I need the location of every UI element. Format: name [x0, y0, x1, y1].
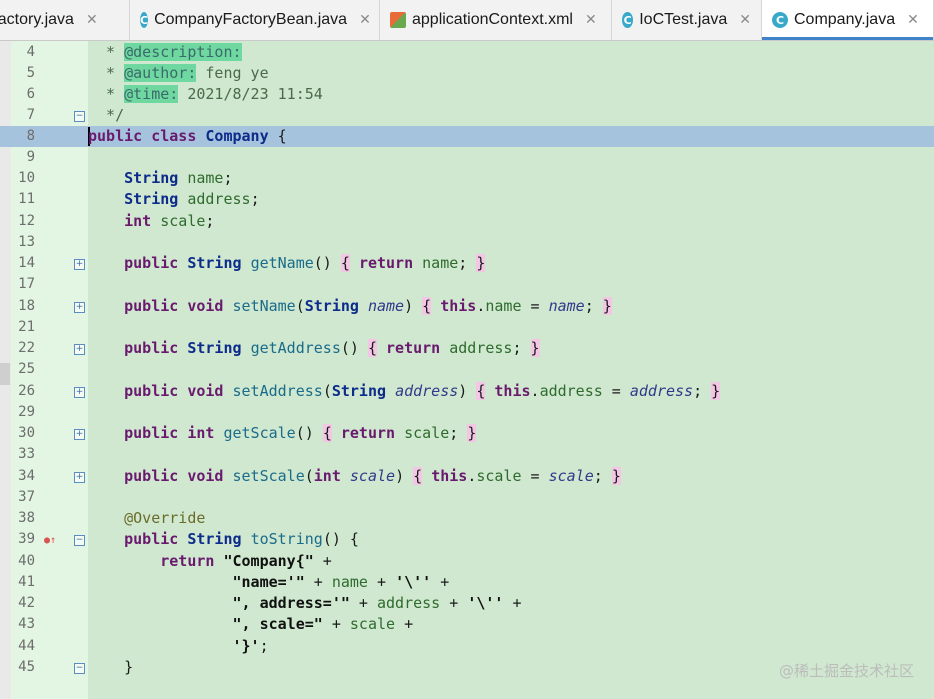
editor-tab-bar: Factory.java ✕ C CompanyFactoryBean.java… [0, 0, 934, 41]
java-class-icon: C [622, 12, 634, 28]
override-method-icon[interactable]: ●↑ [44, 530, 56, 551]
line-number: 30 [18, 425, 35, 441]
xml-file-icon [390, 12, 406, 28]
fold-toggle-icon[interactable]: − [74, 111, 85, 122]
tab-ioc-test[interactable]: C IoCTest.java ✕ [612, 0, 762, 40]
line-number: 5 [26, 65, 35, 81]
tab-company-java[interactable]: C Company.java ✕ [762, 0, 934, 40]
doc-tag-description: @description: [124, 43, 242, 61]
line-number: 40 [18, 553, 35, 569]
code-line-39[interactable]: public String toString() { [88, 529, 359, 550]
line-number: 10 [18, 170, 35, 186]
code-line-14[interactable]: public String getName() { return name; } [88, 253, 486, 274]
fold-toggle-icon[interactable]: − [74, 535, 85, 546]
line-number: 17 [18, 276, 35, 292]
tab-label: CompanyFactoryBean.java [154, 11, 348, 28]
code-line-38[interactable]: @Override [88, 508, 205, 529]
fold-toggle-icon[interactable]: + [74, 302, 85, 313]
code-line-34[interactable]: public void setScale(int scale) { this.s… [88, 466, 621, 487]
line-number: 37 [18, 489, 35, 505]
line-number: 11 [18, 191, 35, 207]
java-class-icon: C [772, 12, 788, 28]
line-number: 8 [26, 128, 35, 144]
line-number: 42 [18, 595, 35, 611]
doc-tag-author: @author: [124, 64, 197, 82]
code-line-11[interactable]: String address; [88, 189, 259, 210]
line-number: 7 [26, 107, 35, 123]
author-value: feng ye [205, 64, 269, 82]
line-number: 13 [18, 234, 35, 250]
scroll-marker [0, 363, 10, 385]
line-number: 21 [18, 319, 35, 335]
tab-label: IoCTest.java [639, 11, 728, 28]
line-number: 26 [18, 383, 35, 399]
line-number: 12 [18, 213, 35, 229]
code-line-4[interactable]: * @description: [88, 42, 242, 63]
code-line-6[interactable]: * @time: 2021/8/23 11:54 [88, 84, 323, 105]
code-line-22[interactable]: public String getAddress() { return addr… [88, 338, 540, 359]
line-number: 38 [18, 510, 35, 526]
code-line-10[interactable]: String name; [88, 168, 232, 189]
fold-toggle-icon[interactable]: + [74, 344, 85, 355]
tab-label: Company.java [794, 11, 896, 28]
tab-application-context[interactable]: applicationContext.xml ✕ [380, 0, 612, 40]
time-value: 2021/8/23 11:54 [187, 85, 323, 103]
tab-company-factory-bean[interactable]: C CompanyFactoryBean.java ✕ [130, 0, 380, 40]
string-literal: ", address='" [232, 594, 350, 612]
close-icon[interactable]: ✕ [739, 12, 751, 28]
code-line-26[interactable]: public void setAddress(String address) {… [88, 381, 721, 402]
line-number: 43 [18, 616, 35, 632]
fold-toggle-icon[interactable]: − [74, 663, 85, 674]
code-line-18[interactable]: public void setName(String name) { this.… [88, 296, 612, 317]
line-number: 4 [26, 44, 35, 60]
code-line-40[interactable]: return "Company{" + [88, 551, 332, 572]
string-literal: ", scale=" [232, 615, 323, 633]
watermark: @稀土掘金技术社区 [778, 662, 914, 680]
code-line-43[interactable]: ", scale=" + scale + [88, 614, 414, 635]
close-icon[interactable]: ✕ [585, 12, 597, 28]
line-number: 41 [18, 574, 35, 590]
code-line-8[interactable]: public class Company { [88, 126, 287, 147]
fold-toggle-icon[interactable]: + [74, 429, 85, 440]
class-name: Company [205, 127, 269, 145]
doc-tag-time: @time: [124, 85, 179, 103]
code-line-30[interactable]: public int getScale() { return scale; } [88, 423, 477, 444]
line-number: 14 [18, 255, 35, 271]
tab-label: Factory.java [0, 11, 74, 28]
line-number: 33 [18, 446, 35, 462]
line-number: 39 [18, 531, 35, 547]
line-number: 9 [26, 149, 35, 165]
line-number: 29 [18, 404, 35, 420]
string-literal: "name='" [232, 573, 305, 591]
line-number: 34 [18, 468, 35, 484]
code-line-45[interactable]: } [88, 657, 133, 678]
code-line-12[interactable]: int scale; [88, 211, 214, 232]
close-icon[interactable]: ✕ [907, 12, 919, 28]
line-number: 18 [18, 298, 35, 314]
tab-factory-java[interactable]: Factory.java ✕ [0, 0, 130, 40]
tab-label: applicationContext.xml [412, 11, 573, 28]
string-literal: "Company{" [223, 552, 314, 570]
string-literal: '}' [232, 637, 260, 655]
java-class-icon: C [140, 12, 149, 28]
line-number: 22 [18, 340, 35, 356]
fold-toggle-icon[interactable]: + [74, 259, 85, 270]
fold-toggle-icon[interactable]: + [74, 472, 85, 483]
code-line-44[interactable]: '}'; [88, 636, 269, 657]
line-number: 6 [26, 86, 35, 102]
code-line-7[interactable]: */ [88, 105, 124, 126]
code-line-5[interactable]: * @author: feng ye [88, 63, 269, 84]
fold-toggle-icon[interactable]: + [74, 387, 85, 398]
line-number: 25 [18, 361, 35, 377]
code-line-41[interactable]: "name='" + name + '\'' + [88, 572, 450, 593]
close-icon[interactable]: ✕ [359, 12, 371, 28]
line-number: 45 [18, 659, 35, 675]
close-icon[interactable]: ✕ [86, 12, 98, 28]
line-number: 44 [18, 638, 35, 654]
code-line-42[interactable]: ", address='" + address + '\'' + [88, 593, 522, 614]
